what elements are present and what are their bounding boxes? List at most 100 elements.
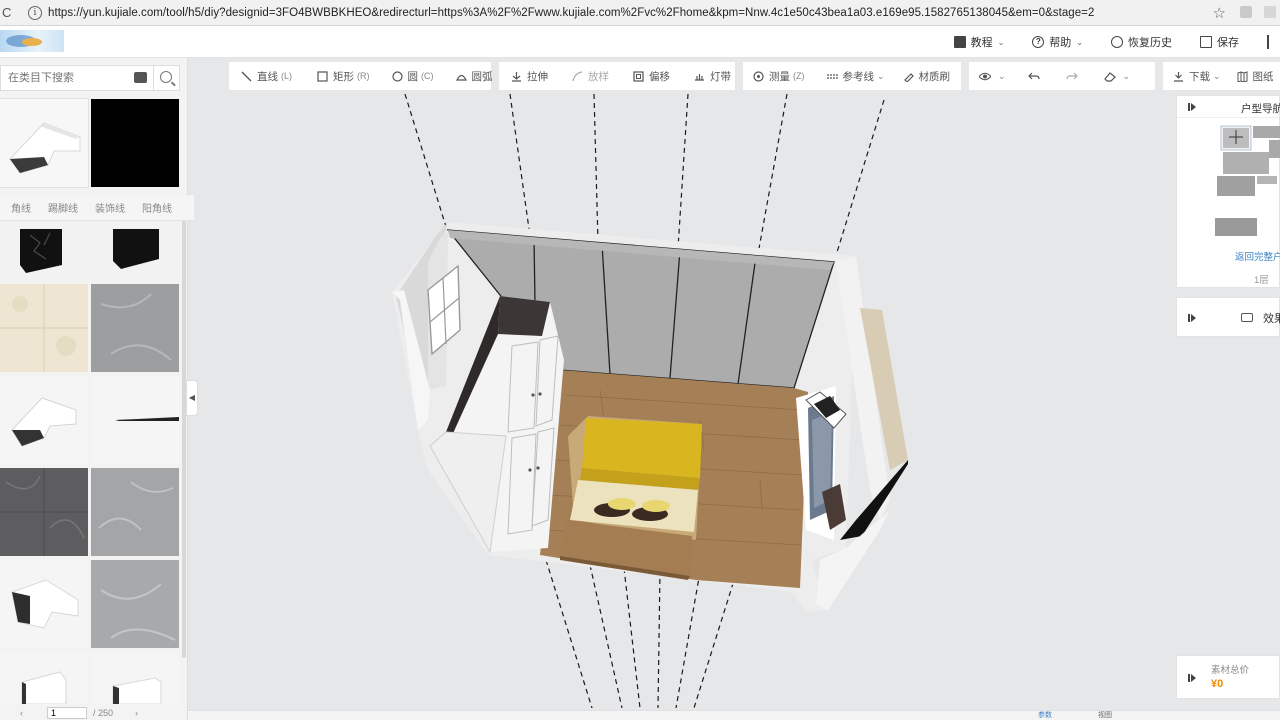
prev-page-button[interactable]: ‹ — [20, 708, 23, 718]
share-button[interactable] — [1267, 35, 1274, 49]
tutorial-menu[interactable]: 教程 ⌄ — [953, 34, 1004, 50]
reload-icon[interactable]: C — [2, 5, 16, 20]
circle-tool-label: 圆 — [407, 70, 419, 83]
arc-tool-label: 圆弧 — [471, 70, 493, 83]
undo-icon — [1027, 71, 1040, 82]
page-total: / 250 — [93, 708, 114, 718]
material-tile[interactable] — [91, 99, 179, 187]
collapse-icon[interactable] — [1188, 103, 1196, 111]
save-button[interactable]: 保存 — [1200, 34, 1239, 50]
extrude-tool-label: 拉伸 — [527, 70, 548, 83]
light-strip-tool[interactable]: 灯带 — [694, 69, 731, 84]
circle-tool-key: (C) — [421, 71, 434, 81]
price-panel[interactable]: 素材总价 ¥0 — [1176, 655, 1280, 699]
book-icon — [953, 36, 966, 48]
material-tile[interactable] — [0, 468, 88, 556]
restore-history-label: 恢复历史 — [1128, 37, 1172, 49]
line-tool[interactable]: 直线 (L) — [241, 69, 292, 84]
drawings-button[interactable]: 图纸 — [1237, 69, 1274, 84]
material-tile[interactable] — [91, 652, 179, 704]
status-item-view[interactable]: 视图 — [1098, 712, 1112, 720]
save-label: 保存 — [1217, 37, 1239, 49]
material-tile[interactable] — [0, 560, 88, 648]
export-toolbar: 下载 ⌄ 图纸 — [1162, 61, 1280, 91]
loft-tool[interactable]: 放样 — [572, 69, 609, 84]
extension-icon-2[interactable] — [1264, 6, 1276, 18]
material-tile[interactable] — [0, 376, 88, 464]
material-scrollbar[interactable] — [182, 218, 186, 658]
arc-tool[interactable]: 圆弧 — [455, 69, 493, 84]
3d-canvas[interactable] — [188, 58, 1176, 710]
history-icon — [1111, 36, 1123, 48]
chevron-down-icon: ⌄ — [998, 70, 1006, 81]
chevron-down-icon: ⌄ — [877, 70, 885, 81]
material-tile[interactable] — [0, 284, 88, 372]
material-brush-tool[interactable]: 材质刷 — [903, 69, 950, 84]
measure-tool[interactable]: 测量 (Z) — [753, 69, 805, 84]
category-tab-crown[interactable]: 角线 — [11, 200, 31, 215]
help-label: 帮助 — [1049, 37, 1072, 49]
status-item-params[interactable]: 参数 — [1038, 712, 1052, 720]
site-info-icon[interactable]: i — [28, 5, 42, 20]
chevron-down-icon: ⌄ — [1076, 37, 1083, 47]
next-page-button[interactable]: › — [135, 708, 138, 718]
search-input[interactable] — [1, 72, 121, 84]
bookmark-star-icon[interactable]: ☆ — [1213, 4, 1226, 22]
help-menu[interactable]: ? 帮助 ⌄ — [1032, 34, 1083, 50]
undo-button[interactable] — [1027, 71, 1044, 82]
search-icon — [160, 71, 172, 83]
circle-tool[interactable]: 圆 (C) — [391, 69, 434, 84]
loft-icon — [572, 70, 583, 82]
guide-line-tool-label: 参考线 — [842, 70, 875, 83]
rectangle-tool-key: (R) — [357, 71, 370, 81]
redo-button[interactable] — [1065, 71, 1082, 82]
extrude-tool[interactable]: 拉伸 — [511, 69, 548, 84]
camera-search-icon[interactable] — [134, 72, 147, 83]
restore-history-button[interactable]: 恢复历史 — [1111, 34, 1172, 50]
app-logo[interactable] — [0, 30, 64, 52]
material-brush-icon — [903, 71, 914, 83]
chevron-down-icon: ⌄ — [1122, 70, 1131, 81]
url-field[interactable]: https://yun.kujiale.com/tool/h5/diy?desi… — [48, 7, 1198, 19]
material-tile[interactable] — [0, 98, 89, 188]
visibility-button[interactable]: ⌄ — [978, 70, 1006, 82]
app-header: 教程 ⌄ ? 帮助 ⌄ 恢复历史 保存 — [0, 26, 1280, 58]
collapse-icon[interactable] — [1188, 674, 1196, 682]
category-tab-corner[interactable]: 阳角线 — [142, 200, 172, 215]
material-tile[interactable] — [91, 560, 179, 648]
measure-toolbar: 测量 (Z) 参考线 ⌄ 材质刷 — [742, 61, 962, 91]
status-bar: 参数 视图 — [188, 710, 1280, 720]
category-tab-baseboard[interactable]: 踢脚线 — [48, 200, 78, 215]
page-input[interactable] — [47, 707, 87, 719]
offset-icon — [633, 70, 644, 82]
floor-label[interactable]: 1层 — [1254, 272, 1269, 286]
floorplan-minimap[interactable] — [1177, 118, 1280, 238]
line-tool-key: (L) — [281, 71, 292, 81]
browser-address-bar: C i https://yun.kujiale.com/tool/h5/diy?… — [0, 0, 1280, 26]
measure-tool-key: (Z) — [793, 71, 805, 81]
collapse-panel-handle[interactable]: ◀ — [186, 380, 198, 416]
material-tile[interactable] — [91, 376, 179, 464]
download-label: 下载 — [1189, 70, 1210, 83]
rectangle-tool[interactable]: 矩形 (R) — [317, 69, 370, 84]
chevron-down-icon: ⌄ — [1213, 70, 1221, 81]
collapse-icon[interactable] — [1188, 314, 1196, 322]
extension-icon[interactable] — [1240, 6, 1252, 18]
eraser-button[interactable]: ⌄ — [1103, 70, 1131, 82]
guide-line-tool[interactable]: 参考线 ⌄ — [826, 69, 885, 84]
effect-panel[interactable]: 效果 — [1176, 297, 1280, 337]
material-tile[interactable] — [91, 284, 179, 372]
offset-tool[interactable]: 偏移 — [633, 69, 670, 84]
room-3d-view[interactable] — [188, 58, 1176, 710]
material-tile[interactable] — [91, 468, 179, 556]
download-button[interactable]: 下载 ⌄ — [1173, 69, 1221, 84]
back-to-full-floorplan-link[interactable]: 返回完整户型 — [1235, 249, 1280, 263]
view-toolbar: ⌄ ⌄ — [968, 61, 1156, 91]
search-button[interactable] — [154, 65, 180, 91]
download-icon — [1173, 71, 1184, 82]
material-tile[interactable] — [0, 652, 88, 704]
rectangle-tool-label: 矩形 — [333, 70, 354, 83]
category-tab-decorative[interactable]: 装饰线 — [95, 200, 125, 215]
line-tool-label: 直线 — [257, 70, 278, 83]
navigator-header[interactable]: 户型导航 — [1177, 96, 1280, 118]
